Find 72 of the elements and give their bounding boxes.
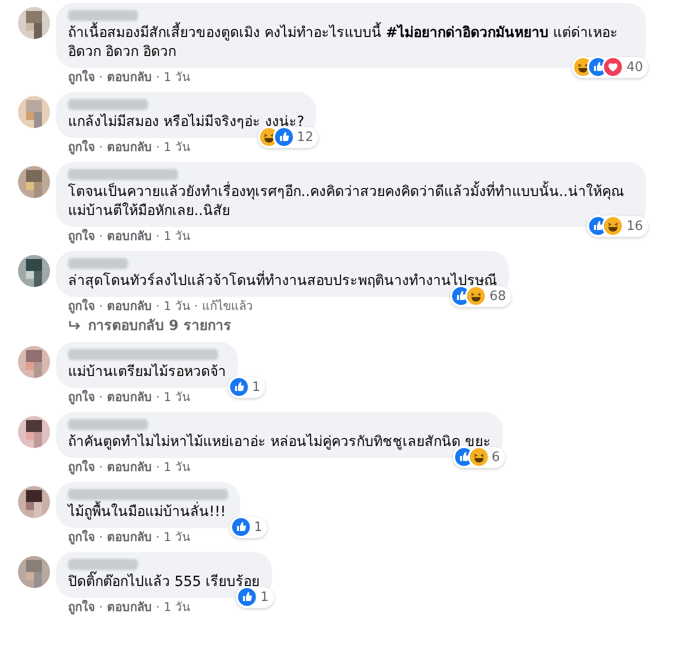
thumbs-up-icon — [452, 287, 470, 306]
comment-text: ไม้ถูพื้นในมือแม่บ้านลั่น!!! — [68, 503, 228, 522]
separator-dot: · — [156, 140, 160, 155]
separator-dot: · — [99, 70, 103, 85]
action-link[interactable]: ถูกใจ — [68, 299, 95, 314]
reaction-badge[interactable]: 1 — [228, 376, 266, 398]
action-link[interactable]: ตอบกลับ — [106, 70, 152, 85]
thumbs-up-icon — [232, 518, 250, 536]
timestamp[interactable]: แก้ไขแล้ว — [202, 299, 253, 314]
thumbs-up-icon — [589, 58, 608, 76]
separator-dot: · — [99, 390, 103, 405]
comment-text: แม่บ้านเตรียมไม้รอหวดจ้า — [68, 363, 226, 382]
thumbs-up-icon — [454, 448, 473, 466]
reaction-badge[interactable]: 6 — [452, 446, 505, 468]
timestamp[interactable]: 1 วัน — [164, 70, 190, 85]
timestamp[interactable]: 1 วัน — [164, 600, 190, 615]
heart-icon — [604, 58, 622, 76]
separator-dot: · — [156, 390, 160, 405]
action-link[interactable]: ตอบกลับ — [106, 460, 152, 475]
action-link[interactable]: ถูกใจ — [68, 390, 95, 405]
action-link[interactable]: ตอบกลับ — [106, 140, 152, 155]
laughing-face-icon — [604, 217, 622, 236]
reaction-badge[interactable]: 40 — [572, 56, 648, 78]
thumbs-up-icon — [238, 588, 256, 606]
laughing-face-icon — [574, 58, 592, 76]
reply-arrow-icon — [68, 320, 82, 332]
separator-dot: · — [156, 460, 160, 475]
action-link[interactable]: ตอบกลับ — [106, 390, 152, 405]
action-link[interactable]: ตอบกลับ — [106, 299, 152, 314]
action-link[interactable]: ถูกใจ — [68, 600, 95, 615]
separator-dot: · — [99, 229, 103, 244]
reaction-badge[interactable]: 12 — [258, 126, 318, 148]
separator-dot: · — [156, 299, 160, 314]
separator-dot: · — [99, 460, 103, 475]
avatar[interactable] — [18, 255, 50, 287]
action-link[interactable]: ถูกใจ — [68, 70, 95, 85]
timestamp[interactable]: 1 วัน — [164, 530, 190, 545]
avatar[interactable] — [18, 486, 50, 518]
separator-dot: · — [99, 600, 103, 615]
view-replies-link[interactable]: การตอบกลับ 9 รายการ — [56, 317, 232, 335]
timestamp[interactable]: 1 วัน — [164, 140, 190, 155]
separator-dot: · — [194, 299, 198, 314]
timestamp[interactable]: 1 วัน — [164, 390, 190, 405]
action-link[interactable]: ตอบกลับ — [106, 229, 152, 244]
separator-dot: · — [156, 229, 160, 244]
action-link[interactable]: ถูกใจ — [68, 140, 95, 155]
reaction-badge[interactable]: 1 — [236, 586, 274, 608]
separator-dot: · — [156, 600, 160, 615]
laughing-face-icon — [260, 128, 278, 146]
separator-dot: · — [156, 530, 160, 545]
thumbs-up-icon — [589, 217, 608, 236]
reaction-badge[interactable]: 68 — [450, 286, 511, 307]
reaction-badge[interactable]: 1 — [230, 516, 268, 538]
separator-dot: · — [99, 530, 103, 545]
separator-dot: · — [156, 70, 160, 85]
thumbs-up-icon — [230, 378, 248, 396]
action-link[interactable]: ถูกใจ — [68, 460, 95, 475]
timestamp[interactable]: 1 วัน — [164, 460, 190, 475]
reaction-badge[interactable]: 16 — [587, 216, 648, 237]
avatar[interactable] — [18, 416, 50, 448]
thumbs-up-icon — [274, 128, 293, 146]
action-link[interactable]: ถูกใจ — [68, 229, 95, 244]
avatar[interactable] — [18, 7, 50, 39]
separator-dot: · — [99, 140, 103, 155]
timestamp[interactable]: 1 วัน — [164, 229, 190, 244]
action-link[interactable]: ตอบกลับ — [106, 600, 152, 615]
laughing-face-icon — [467, 287, 486, 306]
action-link[interactable]: ตอบกลับ — [106, 530, 152, 545]
laughing-face-icon — [470, 448, 488, 466]
separator-dot: · — [99, 299, 103, 314]
action-link[interactable]: ถูกใจ — [68, 530, 95, 545]
timestamp[interactable]: 1 วัน — [164, 299, 190, 314]
